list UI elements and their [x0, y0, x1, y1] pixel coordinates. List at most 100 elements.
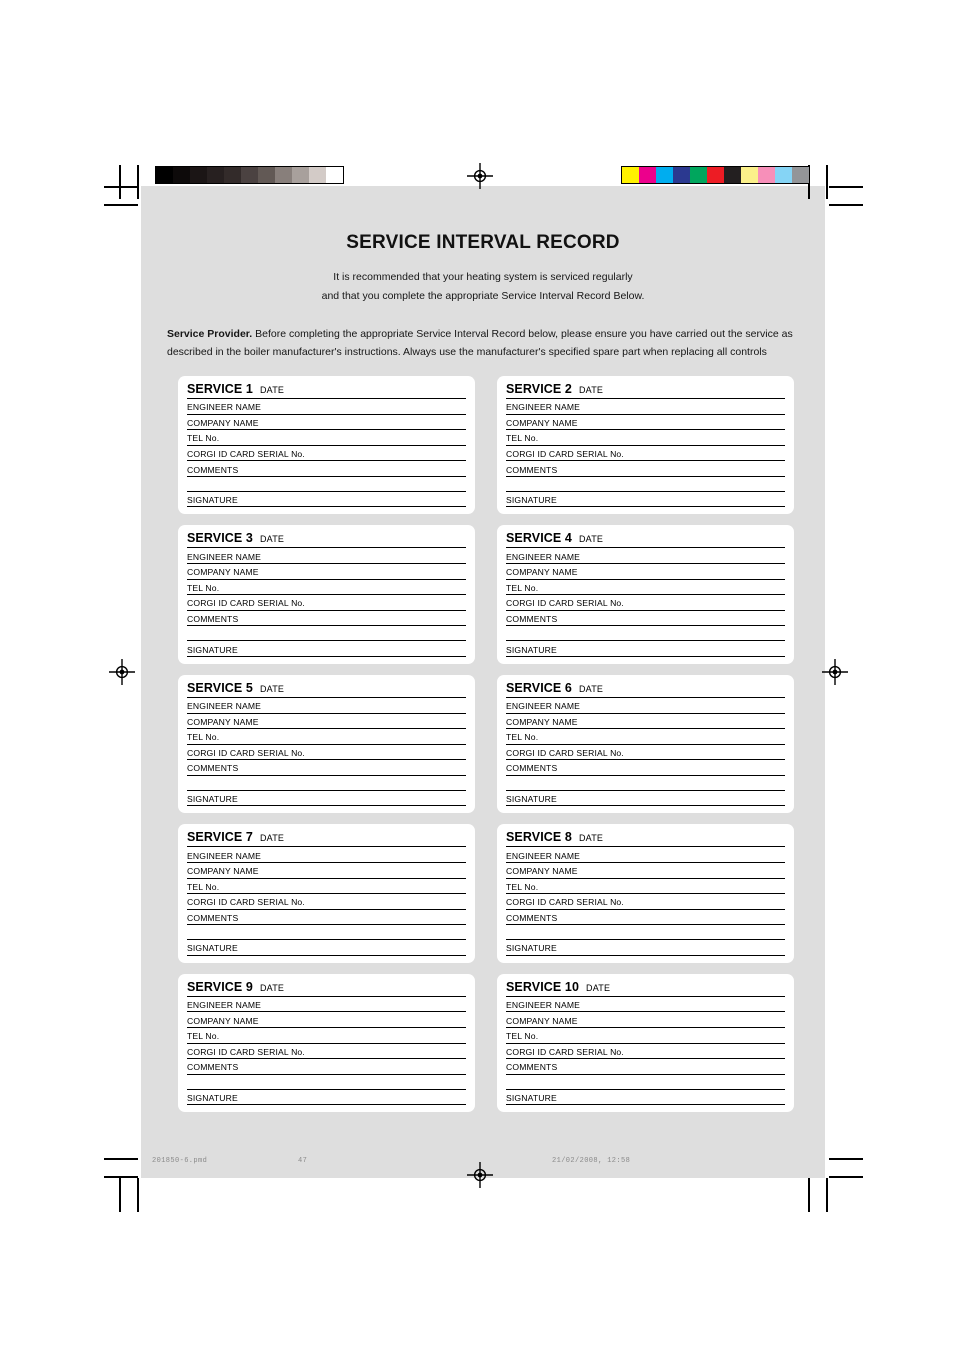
- crop-mark-bottom-left-h1: [104, 1158, 138, 1160]
- company-name-field[interactable]: COMPANY NAME: [187, 863, 466, 879]
- engineer-name-field[interactable]: ENGINEER NAME: [506, 997, 785, 1013]
- corgi-id-field[interactable]: CORGI ID CARD SERIAL No.: [187, 595, 466, 611]
- calibration-swatch-10: [792, 167, 809, 183]
- signature-field[interactable]: SIGNATURE: [187, 492, 466, 508]
- signature-field[interactable]: SIGNATURE: [506, 492, 785, 508]
- corgi-id-field[interactable]: CORGI ID CARD SERIAL No.: [506, 745, 785, 761]
- comments-field[interactable]: COMMENTS: [187, 910, 466, 926]
- service-card-header: SERVICE 2 DATE: [506, 382, 785, 399]
- corgi-id-field[interactable]: CORGI ID CARD SERIAL No.: [506, 446, 785, 462]
- comments-field[interactable]: COMMENTS: [506, 461, 785, 477]
- calibration-swatch-7: [275, 167, 292, 183]
- date-field-label[interactable]: DATE: [260, 983, 284, 993]
- tel-no-field[interactable]: TEL No.: [187, 879, 466, 895]
- comments-blank-field[interactable]: [187, 1075, 466, 1090]
- signature-field[interactable]: SIGNATURE: [187, 940, 466, 956]
- corgi-id-field[interactable]: CORGI ID CARD SERIAL No.: [506, 595, 785, 611]
- service-card-title: SERVICE 6: [506, 680, 572, 695]
- company-name-field[interactable]: COMPANY NAME: [187, 1012, 466, 1029]
- company-name-field[interactable]: COMPANY NAME: [187, 714, 466, 730]
- corgi-id-field[interactable]: CORGI ID CARD SERIAL No.: [506, 894, 785, 910]
- engineer-name-field[interactable]: ENGINEER NAME: [506, 548, 785, 565]
- engineer-name-field[interactable]: ENGINEER NAME: [187, 399, 466, 415]
- engineer-name-field[interactable]: ENGINEER NAME: [187, 548, 466, 565]
- signature-field[interactable]: SIGNATURE: [506, 791, 785, 807]
- corgi-id-field[interactable]: CORGI ID CARD SERIAL No.: [187, 446, 466, 462]
- date-field-label[interactable]: DATE: [579, 534, 603, 544]
- tel-no-field[interactable]: TEL No.: [506, 879, 785, 895]
- tel-no-field[interactable]: TEL No.: [506, 1028, 785, 1044]
- comments-field[interactable]: COMMENTS: [506, 910, 785, 926]
- company-name-field[interactable]: COMPANY NAME: [506, 564, 785, 580]
- crop-mark-bottom-right-h2: [829, 1176, 863, 1178]
- comments-blank-field[interactable]: [506, 1075, 785, 1090]
- comments-blank-field[interactable]: [506, 925, 785, 941]
- company-name-field[interactable]: COMPANY NAME: [506, 863, 785, 879]
- corgi-id-field[interactable]: CORGI ID CARD SERIAL No.: [187, 894, 466, 910]
- service-card-header: SERVICE 9 DATE: [187, 980, 466, 997]
- signature-field[interactable]: SIGNATURE: [187, 1090, 466, 1106]
- tel-no-field[interactable]: TEL No.: [187, 430, 466, 446]
- company-name-field[interactable]: COMPANY NAME: [506, 415, 785, 431]
- print-footer: 201850-6.pmd 47 21/02/2008, 12:58: [141, 1157, 825, 1171]
- engineer-name-field[interactable]: ENGINEER NAME: [506, 399, 785, 415]
- signature-field[interactable]: SIGNATURE: [506, 940, 785, 956]
- tel-no-field[interactable]: TEL No.: [506, 430, 785, 446]
- corgi-id-field[interactable]: CORGI ID CARD SERIAL No.: [187, 1044, 466, 1060]
- comments-blank-field[interactable]: [506, 776, 785, 791]
- comments-field[interactable]: COMMENTS: [506, 611, 785, 627]
- engineer-name-field[interactable]: ENGINEER NAME: [506, 847, 785, 863]
- comments-blank-field[interactable]: [506, 477, 785, 492]
- comments-blank-field[interactable]: [187, 776, 466, 791]
- footer-page-number: 47: [298, 1157, 308, 1165]
- tel-no-field[interactable]: TEL No.: [187, 729, 466, 745]
- comments-field[interactable]: COMMENTS: [187, 611, 466, 627]
- tel-no-field[interactable]: TEL No.: [187, 580, 466, 596]
- service-card-title: SERVICE 3: [187, 531, 253, 546]
- calibration-swatch-2: [656, 167, 673, 183]
- comments-field[interactable]: COMMENTS: [187, 1059, 466, 1075]
- corgi-id-field[interactable]: CORGI ID CARD SERIAL No.: [187, 745, 466, 761]
- comments-field[interactable]: COMMENTS: [187, 760, 466, 776]
- signature-field[interactable]: SIGNATURE: [187, 641, 466, 657]
- tel-no-field[interactable]: TEL No.: [187, 1028, 466, 1044]
- signature-field[interactable]: SIGNATURE: [187, 791, 466, 807]
- company-name-field[interactable]: COMPANY NAME: [187, 415, 466, 431]
- comments-field[interactable]: COMMENTS: [506, 760, 785, 776]
- comments-blank-field[interactable]: [187, 477, 466, 492]
- date-field-label[interactable]: DATE: [579, 684, 603, 694]
- tel-no-field[interactable]: TEL No.: [506, 580, 785, 596]
- engineer-name-field[interactable]: ENGINEER NAME: [187, 847, 466, 863]
- date-field-label[interactable]: DATE: [586, 983, 610, 993]
- signature-field[interactable]: SIGNATURE: [506, 1090, 785, 1106]
- date-field-label[interactable]: DATE: [260, 833, 284, 843]
- comments-blank-field[interactable]: [506, 626, 785, 642]
- calibration-swatch-5: [241, 167, 258, 183]
- crop-mark-bottom-right-h1: [829, 1158, 863, 1160]
- engineer-name-field[interactable]: ENGINEER NAME: [187, 698, 466, 714]
- company-name-field[interactable]: COMPANY NAME: [506, 1012, 785, 1029]
- crop-mark-top-right-h1: [829, 186, 863, 188]
- signature-field[interactable]: SIGNATURE: [506, 641, 785, 657]
- tel-no-field[interactable]: TEL No.: [506, 729, 785, 745]
- crop-mark-top-right-h2: [829, 204, 863, 206]
- service-card-header: SERVICE 4 DATE: [506, 531, 785, 549]
- comments-field[interactable]: COMMENTS: [187, 461, 466, 477]
- comments-field[interactable]: COMMENTS: [506, 1059, 785, 1075]
- crop-mark-bottom-right-v1: [826, 1178, 828, 1212]
- company-name-field[interactable]: COMPANY NAME: [187, 564, 466, 580]
- date-field-label[interactable]: DATE: [260, 385, 284, 395]
- corgi-id-field[interactable]: CORGI ID CARD SERIAL No.: [506, 1044, 785, 1060]
- comments-blank-field[interactable]: [187, 626, 466, 642]
- engineer-name-field[interactable]: ENGINEER NAME: [187, 997, 466, 1013]
- service-card-title: SERVICE 1: [187, 382, 253, 396]
- date-field-label[interactable]: DATE: [260, 534, 284, 544]
- comments-blank-field[interactable]: [187, 925, 466, 941]
- date-field-label[interactable]: DATE: [579, 385, 603, 395]
- service-card-header: SERVICE 6 DATE: [506, 681, 785, 698]
- calibration-swatch-0: [156, 167, 173, 183]
- date-field-label[interactable]: DATE: [579, 833, 603, 843]
- engineer-name-field[interactable]: ENGINEER NAME: [506, 698, 785, 714]
- company-name-field[interactable]: COMPANY NAME: [506, 714, 785, 730]
- date-field-label[interactable]: DATE: [260, 684, 284, 694]
